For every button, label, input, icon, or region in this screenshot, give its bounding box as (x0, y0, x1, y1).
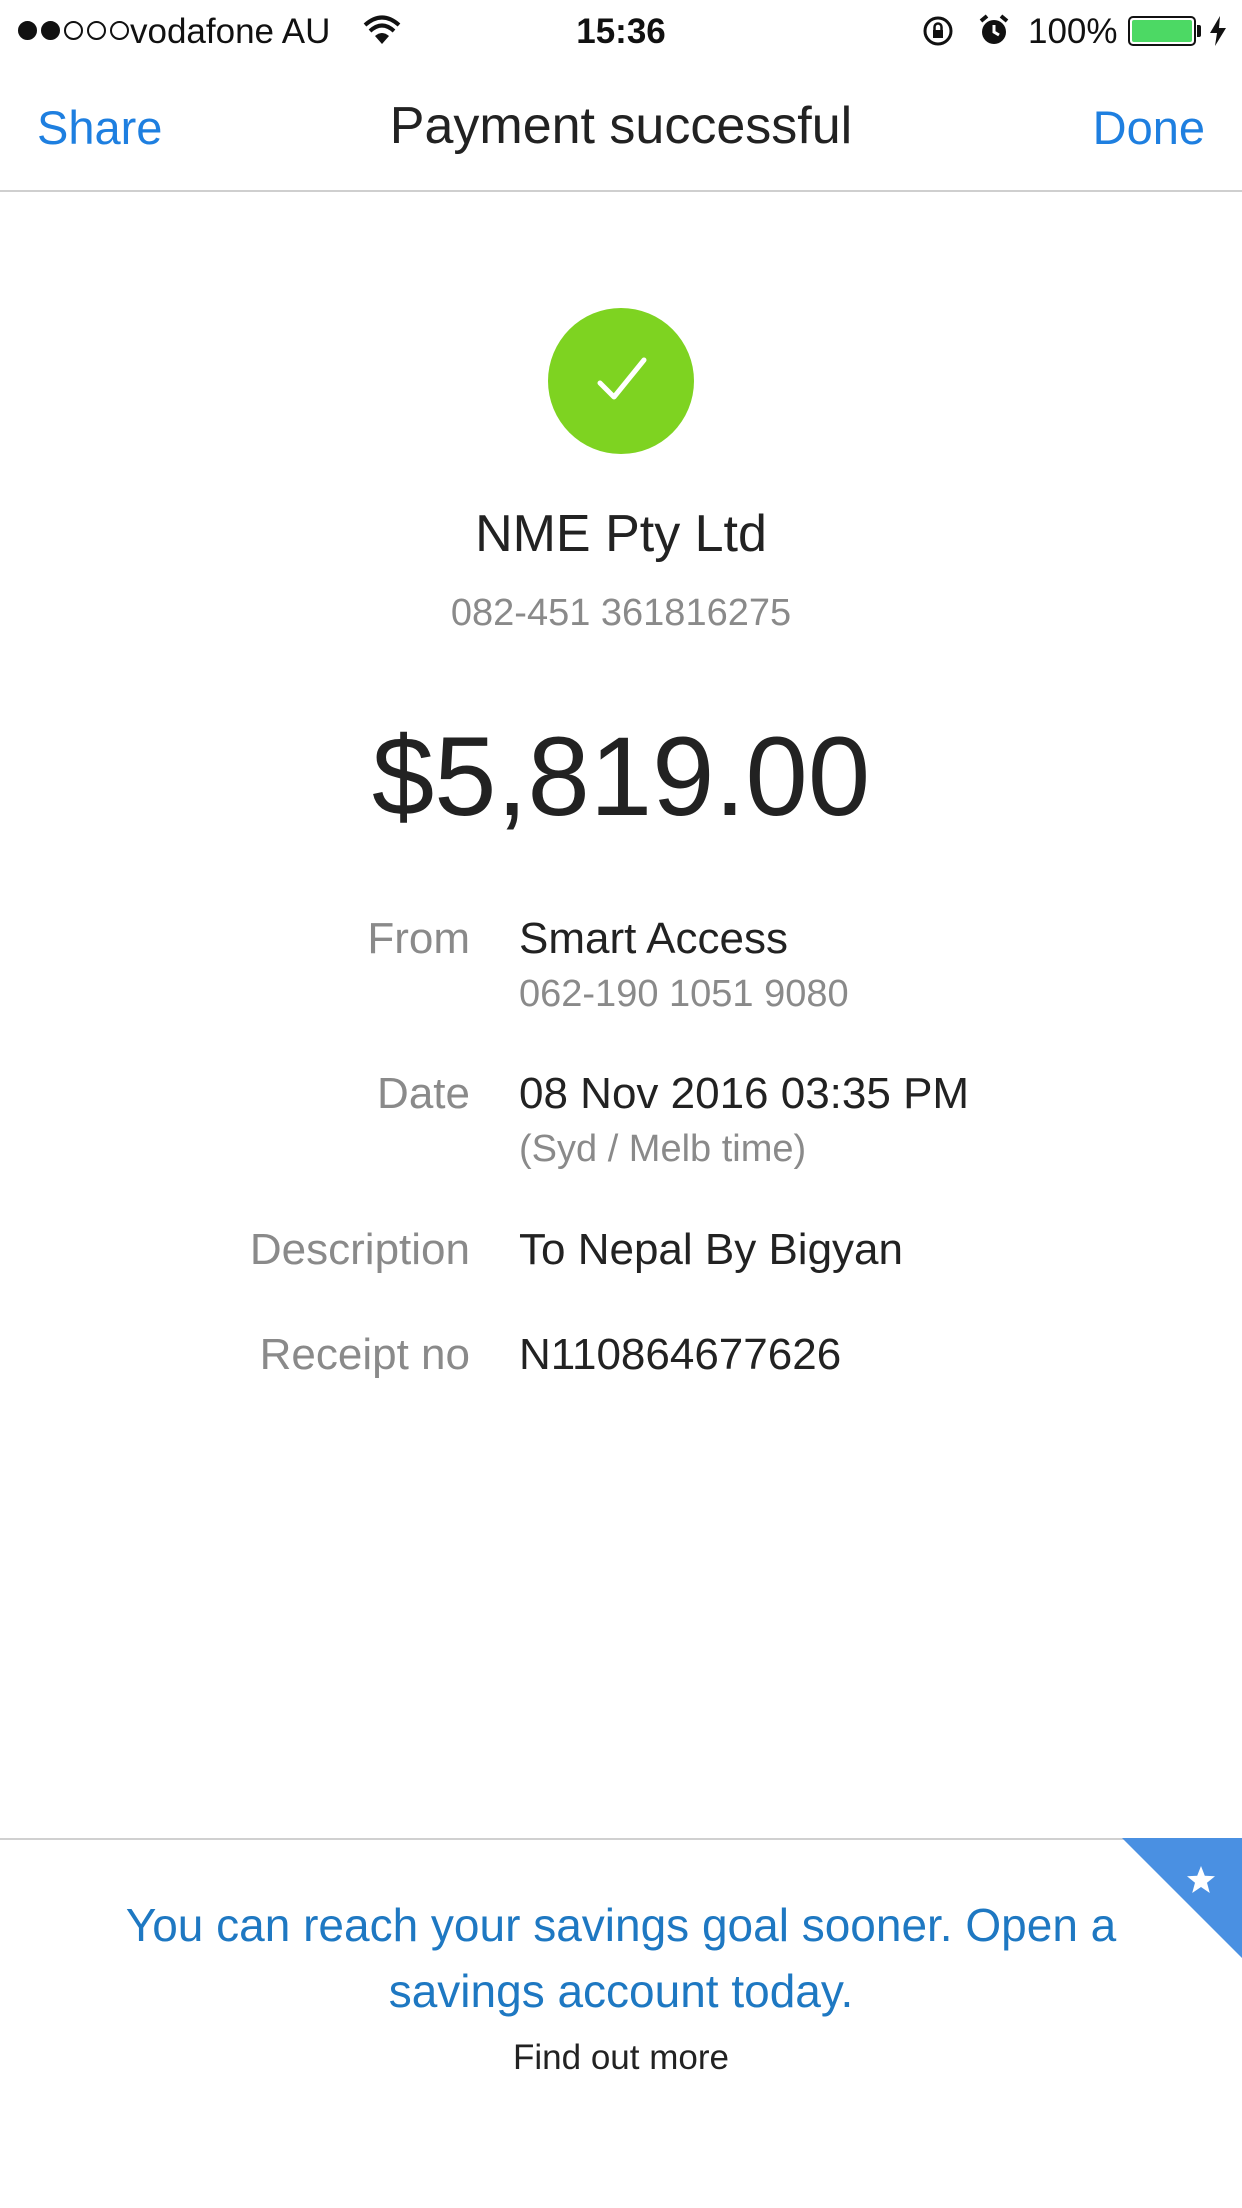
battery-icon (1128, 16, 1196, 46)
status-bar: vodafone AU 15:36 100% (0, 0, 1242, 62)
find-out-more-link[interactable]: Find out more (0, 2038, 1242, 2078)
charging-bolt-icon (1210, 16, 1226, 46)
payment-description: To Nepal By Bigyan (519, 1225, 903, 1274)
description-label: Description (249, 1225, 470, 1274)
receipt-number: N110864677626 (519, 1330, 842, 1379)
navigation-bar: Share Payment successful Done (0, 62, 1242, 192)
battery-percent: 100% (1028, 12, 1118, 51)
orientation-lock-icon (923, 16, 953, 46)
alarm-icon (979, 14, 1009, 44)
timezone-note: (Syd / Melb time) (519, 1128, 807, 1170)
promo-message[interactable]: You can reach your savings goal sooner. … (100, 1892, 1142, 2024)
payee-account-number: 082-451 361816275 (450, 592, 792, 634)
checkmark-icon (597, 357, 647, 400)
from-account-name: Smart Access (519, 914, 788, 963)
done-button[interactable]: Done (1093, 100, 1205, 155)
page-title: Payment successful (389, 97, 853, 155)
success-badge (548, 308, 694, 454)
payment-receipt-screen: vodafone AU 15:36 100% Share Payment suc… (0, 0, 1242, 2208)
battery-level (1132, 20, 1192, 42)
date-label: Date (377, 1069, 470, 1118)
payment-date: 08 Nov 2016 03:35 PM (519, 1069, 970, 1118)
promo-divider (0, 1838, 1242, 1840)
payment-amount: $5,819.00 (371, 714, 871, 839)
from-label: From (367, 914, 470, 963)
from-account-number: 062-190 1051 9080 (519, 973, 849, 1015)
payee-name: NME Pty Ltd (475, 505, 767, 563)
receipt-number-label: Receipt no (259, 1330, 470, 1379)
